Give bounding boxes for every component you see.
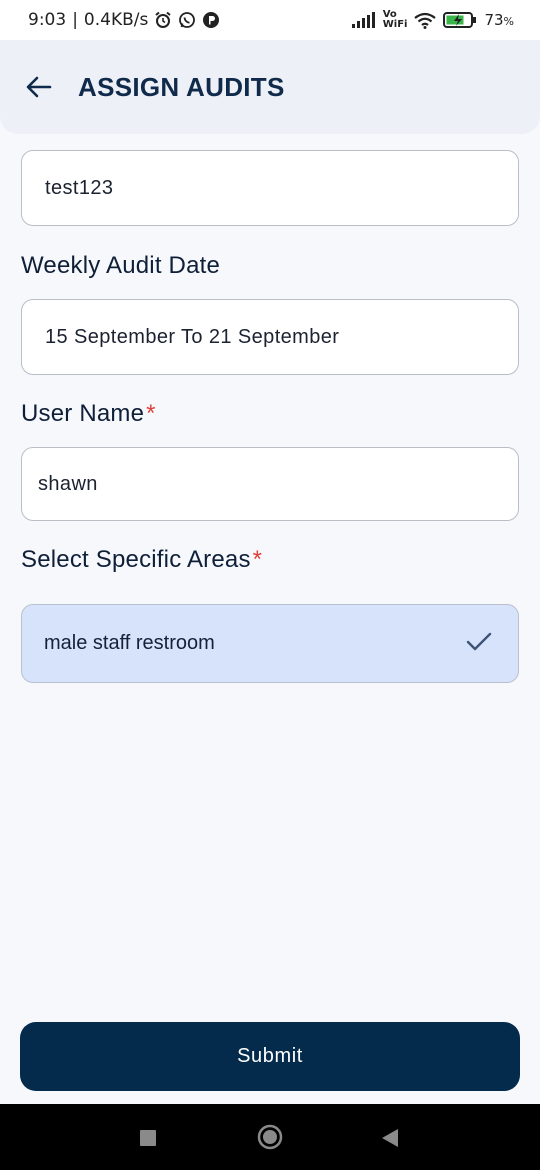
status-separator: | bbox=[72, 10, 78, 30]
page-title: ASSIGN AUDITS bbox=[78, 72, 285, 102]
area-option-label: male staff restroom bbox=[44, 632, 215, 654]
whatsapp-icon bbox=[178, 11, 196, 29]
weekly-audit-date-label: Weekly Audit Date bbox=[21, 252, 221, 279]
battery-level: 73% bbox=[484, 11, 514, 29]
arrow-left-icon bbox=[26, 76, 52, 98]
system-nav-bar bbox=[0, 1104, 540, 1170]
status-time: 9:03 bbox=[28, 10, 67, 30]
status-left: 9:03 | 0.4KB/s bbox=[28, 10, 220, 30]
audit-name-value: test123 bbox=[45, 176, 114, 199]
signal-icon bbox=[351, 12, 376, 28]
user-name-field[interactable]: shawn bbox=[21, 447, 519, 521]
app-header: ASSIGN AUDITS bbox=[0, 40, 540, 134]
area-option-selected[interactable]: male staff restroom bbox=[21, 604, 519, 683]
recent-apps-square-icon[interactable] bbox=[139, 1129, 157, 1147]
checkmark-icon bbox=[466, 632, 492, 652]
required-mark: * bbox=[146, 400, 156, 427]
submit-label: Submit bbox=[237, 1045, 303, 1067]
back-triangle-icon[interactable] bbox=[381, 1128, 399, 1148]
user-name-label: User Name* bbox=[21, 400, 156, 427]
audit-name-field[interactable]: test123 bbox=[21, 150, 519, 226]
alarm-icon bbox=[154, 11, 172, 29]
user-name-value: shawn bbox=[38, 472, 98, 495]
network-type-label: Vo WiFi bbox=[382, 9, 408, 30]
required-mark: * bbox=[252, 546, 263, 573]
submit-button[interactable]: Submit bbox=[20, 1022, 520, 1091]
wifi-icon bbox=[414, 12, 437, 29]
back-button[interactable] bbox=[22, 70, 56, 104]
home-circle-icon[interactable] bbox=[257, 1124, 283, 1150]
weekly-audit-date-value: 15 September To 21 September bbox=[45, 325, 340, 348]
status-bar: 9:03 | 0.4KB/s Vo WiFi 73% bbox=[0, 0, 540, 40]
app-notification-icon bbox=[202, 11, 220, 29]
status-net-speed: 0.4KB/s bbox=[83, 10, 149, 30]
weekly-audit-date-field[interactable]: 15 September To 21 September bbox=[21, 299, 519, 375]
specific-areas-label: Select Specific Areas* bbox=[21, 546, 263, 573]
status-right: Vo WiFi 73% bbox=[351, 9, 514, 30]
battery-charging-icon bbox=[443, 11, 477, 29]
